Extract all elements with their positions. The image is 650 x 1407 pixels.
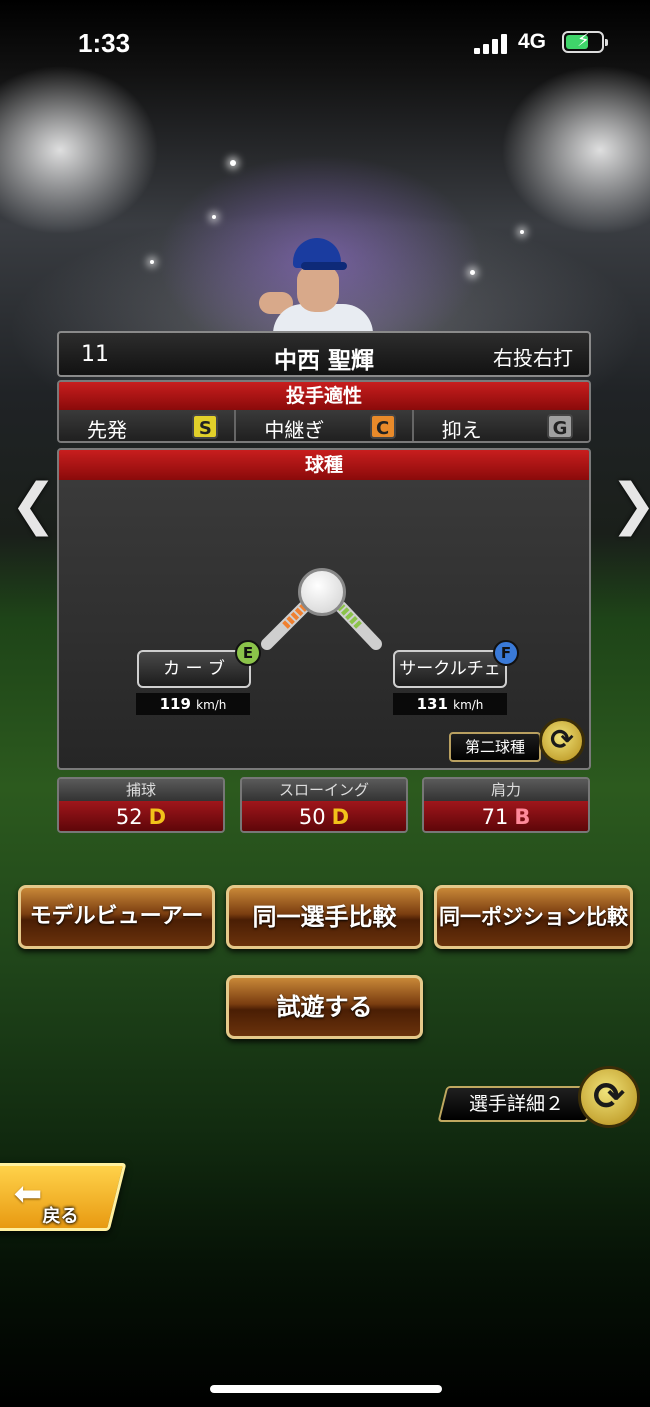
- network-type: 4G: [518, 30, 547, 53]
- aptitude-label: 先発: [87, 418, 127, 442]
- handedness: 右投右打: [493, 346, 573, 370]
- player-name-bar: 11 中西 聖輝 右投右打: [57, 331, 591, 377]
- stat-arm-strength: 肩力 71 B: [422, 777, 590, 833]
- stat-throwing: スローイング 50 D: [240, 777, 408, 833]
- back-button[interactable]: ⬅ 戻る: [0, 1163, 127, 1231]
- back-arrow-icon: ⬅: [13, 1174, 43, 1214]
- aptitude-grade: G: [546, 414, 573, 439]
- player-detail-2-button[interactable]: 選手詳細２: [437, 1086, 597, 1122]
- baseball-icon: [298, 568, 346, 616]
- sparkle: [230, 160, 236, 166]
- stat-value: 52 D: [59, 801, 223, 831]
- status-time: 1:33: [78, 28, 131, 58]
- stat-value: 71 B: [424, 801, 588, 831]
- aptitude-closer: 抑え G: [414, 410, 589, 442]
- chevron-left-icon[interactable]: ❮: [10, 472, 57, 537]
- player-portrait: [255, 238, 385, 344]
- aptitude-label: 抑え: [441, 418, 482, 442]
- pitcher-aptitude-panel: 投手適性 先発 S 中継ぎ C 抑え G: [57, 380, 591, 443]
- pitch-chart: [261, 601, 382, 650]
- sparkle: [212, 215, 216, 219]
- aptitude-grade: S: [192, 414, 219, 439]
- pitch-speed: 119 km/h: [136, 693, 250, 715]
- pitch-grade-badge: E: [235, 640, 261, 666]
- battery-icon: ⚡: [562, 30, 608, 53]
- stat-label: スローイング: [242, 779, 406, 801]
- aptitude-title: 投手適性: [59, 382, 589, 410]
- second-pitch-button[interactable]: 第二球種: [449, 732, 541, 762]
- pitch-circle-change-button[interactable]: サークルチェンジ: [393, 650, 507, 713]
- stat-label: 肩力: [424, 779, 588, 801]
- pitch-types-title: 球種: [59, 450, 589, 480]
- chevron-right-icon[interactable]: ❯: [610, 472, 650, 537]
- aptitude-reliever: 中継ぎ C: [236, 410, 414, 442]
- model-viewer-button[interactable]: モデルビューアー: [18, 885, 215, 949]
- same-position-compare-button[interactable]: 同一ポジション比較: [434, 885, 633, 949]
- stat-value: 50 D: [242, 801, 406, 831]
- pitch-speed: 131 km/h: [393, 693, 507, 715]
- pitch-grade-badge: F: [493, 640, 519, 666]
- signal-icon: [474, 34, 508, 54]
- stat-catching: 捕球 52 D: [57, 777, 225, 833]
- swap-icon[interactable]: ⟳: [578, 1066, 640, 1128]
- stat-label: 捕球: [59, 779, 223, 801]
- home-indicator[interactable]: [210, 1385, 442, 1393]
- aptitude-grade: C: [369, 414, 396, 439]
- sparkle: [150, 260, 154, 264]
- sparkle: [520, 230, 524, 234]
- swap-icon[interactable]: ⟳: [539, 718, 585, 764]
- pitch-curve-button[interactable]: カ ー ブ: [137, 650, 251, 688]
- back-label: 戻る: [42, 1206, 79, 1227]
- pitch-types-panel: 球種 カ ー ブ E 119 km/h サークルチェンジ F 131 km/h …: [57, 448, 591, 770]
- sparkle: [470, 270, 475, 275]
- same-player-compare-button[interactable]: 同一選手比較: [226, 885, 423, 949]
- try-play-button[interactable]: 試遊する: [226, 975, 423, 1039]
- aptitude-starter: 先発 S: [59, 410, 237, 442]
- aptitude-label: 中継ぎ: [264, 418, 325, 442]
